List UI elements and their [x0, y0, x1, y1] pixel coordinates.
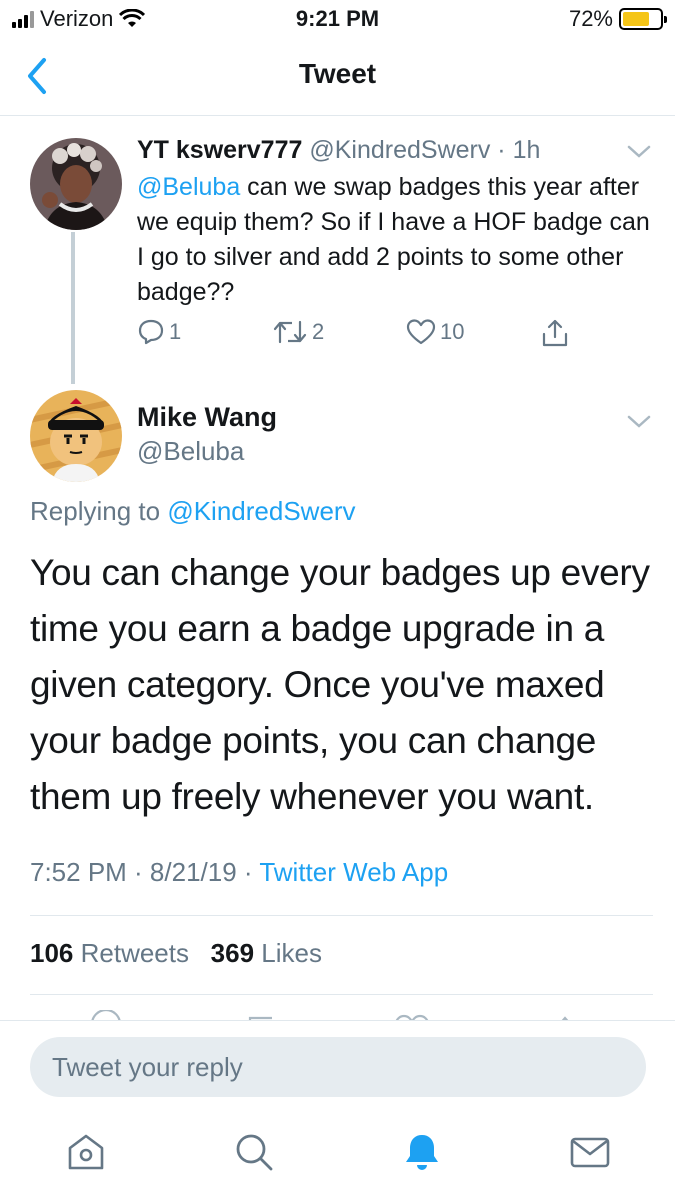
author-handle: @Beluba: [137, 436, 245, 466]
avatar[interactable]: [30, 138, 122, 230]
reply-icon: [138, 319, 164, 345]
status-bar: Verizon 9:21 PM 72%: [0, 0, 675, 40]
avatar-image: [30, 138, 122, 230]
notifications-bell-icon[interactable]: [400, 1130, 444, 1174]
tweet-source-link[interactable]: Twitter Web App: [259, 857, 448, 887]
author-name[interactable]: YT kswerv777: [137, 136, 302, 164]
likes-stat[interactable]: 369 Likes: [211, 938, 322, 968]
avatar-image: [30, 390, 122, 482]
chevron-down-icon[interactable]: [626, 144, 652, 160]
like-button[interactable]: 10: [406, 318, 464, 346]
retweet-button[interactable]: 2: [272, 318, 324, 346]
tweet-stats: 106 Retweets 369 Likes: [30, 938, 322, 969]
thread-connector: [71, 232, 75, 384]
share-icon: [542, 319, 568, 347]
replying-to: Replying to @KindredSwerv: [30, 496, 356, 526]
divider: [30, 915, 653, 916]
avatar[interactable]: [30, 390, 122, 482]
replying-to-link[interactable]: @KindredSwerv: [167, 496, 355, 526]
home-icon[interactable]: [64, 1130, 108, 1174]
retweet-icon: [273, 320, 307, 344]
parent-tweet-actions: 1 2 10: [137, 318, 577, 354]
chevron-down-icon[interactable]: [626, 414, 652, 430]
main-tweet-actions-peek: [0, 1010, 675, 1020]
heart-icon: [406, 319, 436, 345]
battery-icon: [619, 8, 667, 30]
reply-input[interactable]: Tweet your reply: [30, 1037, 646, 1097]
parent-tweet-text: @Beluba can we swap badges this year aft…: [137, 173, 650, 306]
mention-link[interactable]: @Beluba: [137, 173, 240, 201]
reply-button[interactable]: 1: [137, 318, 181, 346]
divider: [30, 994, 653, 995]
battery-percent: 72%: [568, 6, 613, 31]
retweets-stat[interactable]: 106 Retweets: [30, 938, 189, 968]
messages-envelope-icon[interactable]: [568, 1130, 612, 1174]
parent-tweet-header: YT kswerv777 @KindredSwerv · 1h: [137, 136, 540, 165]
tweet-timestamp: 7:52 PM · 8/21/19 · Twitter Web App: [30, 857, 449, 887]
retweet-count: 2: [312, 319, 325, 344]
like-count: 10: [440, 319, 465, 344]
reply-count: 1: [169, 319, 182, 344]
tab-bar: [0, 1110, 675, 1200]
share-button[interactable]: [540, 318, 570, 348]
nav-header: Tweet: [0, 40, 675, 116]
reply-placeholder: Tweet your reply: [52, 1052, 243, 1082]
main-tweet-text: You can change your badges up every time…: [30, 552, 650, 817]
search-icon[interactable]: [232, 1130, 276, 1174]
author-handle-time: @KindredSwerv · 1h: [309, 136, 541, 164]
author-name[interactable]: Mike Wang: [137, 402, 277, 433]
page-title: Tweet: [298, 58, 377, 89]
